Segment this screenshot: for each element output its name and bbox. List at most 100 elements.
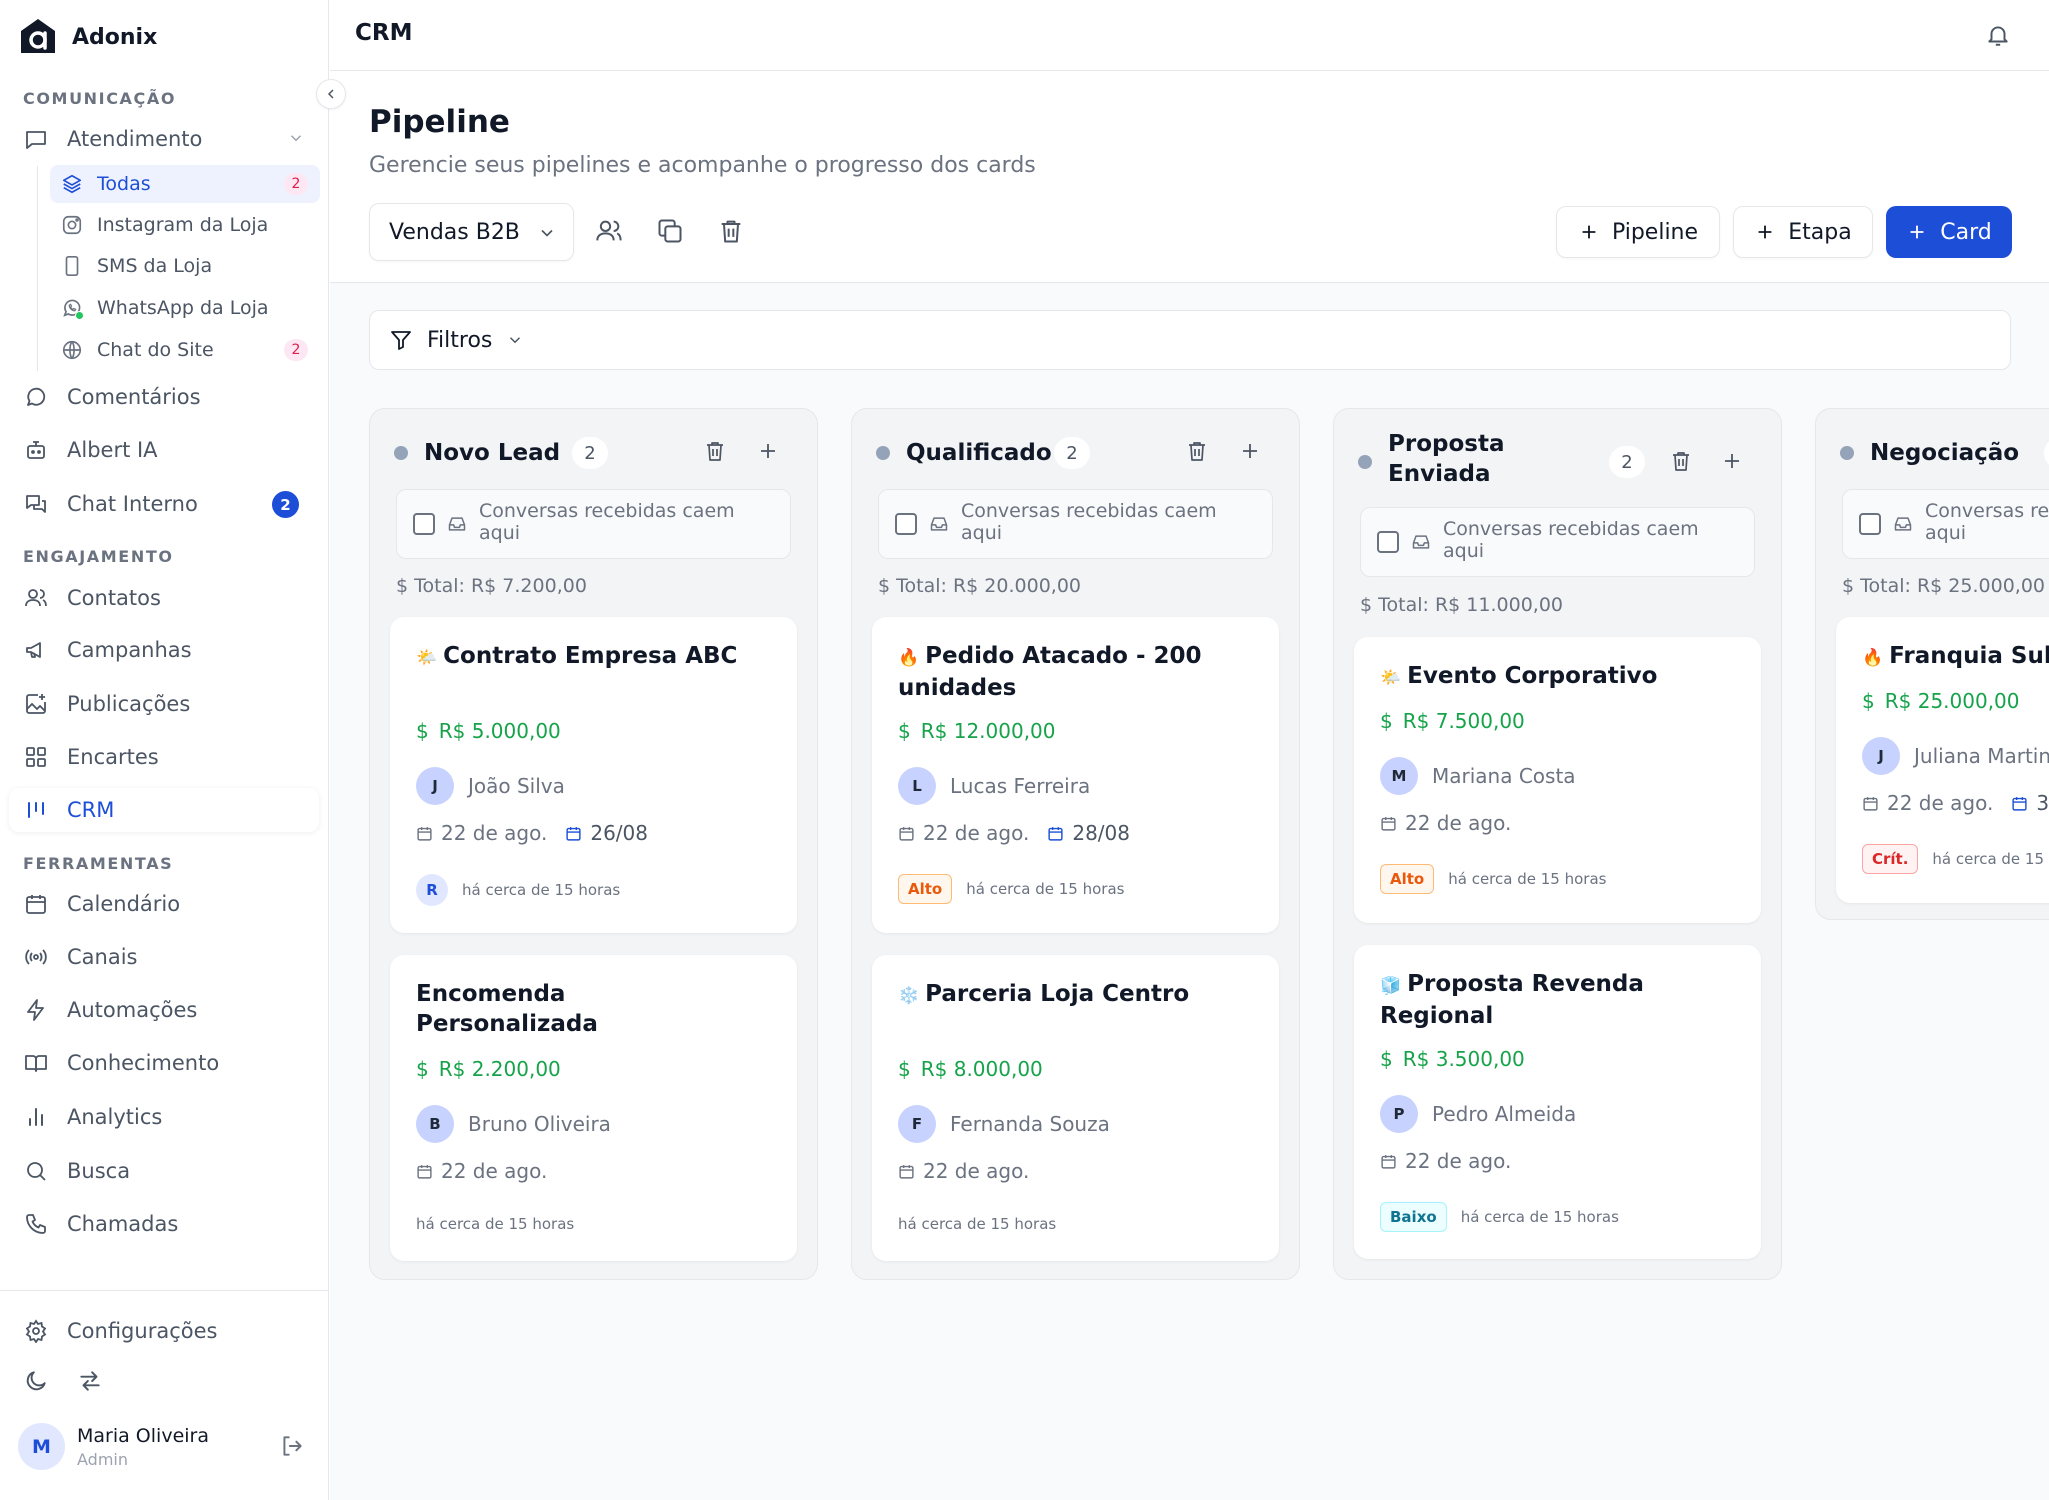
sidebar-item-configuracoes[interactable]: Configurações	[9, 1309, 319, 1353]
created-date-text: 22 de ago.	[441, 1159, 548, 1183]
trash-icon[interactable]	[703, 439, 727, 463]
users-icon[interactable]	[595, 217, 623, 245]
sidebar-item-albert-ia[interactable]: Albert IA	[9, 428, 319, 472]
pipeline-select[interactable]: Vendas B2B	[369, 203, 574, 261]
priority-badge: Baixo	[1380, 1202, 1447, 1232]
sidebar-subitem-instagram[interactable]: Instagram da Loja	[50, 206, 320, 244]
contact-name: Lucas Ferreira	[950, 774, 1091, 798]
deal-card[interactable]: 🔥 Franquia Sul $ R$ 25.000,00 J Juliana Mar…	[1836, 617, 2049, 903]
sidebar-item-comentarios[interactable]: Comentários	[9, 375, 319, 419]
deal-card[interactable]: Encomenda Personalizada $ R$ 2.200,00 B Br…	[390, 955, 797, 1261]
sidebar-item-calendario[interactable]: Calendário	[9, 882, 319, 926]
sidebar-subitem-todas[interactable]: Todas 2	[50, 165, 320, 203]
calendar-icon	[417, 826, 432, 841]
deal-card[interactable]: 🌤️ Evento Corporativo $ R$ 7.500,00 M Maria…	[1354, 637, 1761, 923]
card-dates: 22 de ago. 28/08	[898, 821, 1148, 845]
inbox-dropzone[interactable]: Conversas recebidas caem aqui	[878, 489, 1273, 559]
radio-icon	[23, 944, 49, 970]
count-badge: 2	[272, 491, 299, 518]
sidebar-item-canais[interactable]: Canais	[9, 935, 319, 979]
column-total: $ Total: R$ 11.000,00	[1360, 594, 1563, 616]
plus-icon[interactable]	[756, 439, 780, 463]
sidebar-item-automacoes[interactable]: Automações	[9, 988, 319, 1032]
sidebar-subitem-sms[interactable]: SMS da Loja	[50, 247, 320, 285]
sidebar-item-contatos[interactable]: Contatos	[9, 576, 319, 620]
add-etapa-button[interactable]: Etapa	[1733, 206, 1873, 258]
sidebar-item-encartes[interactable]: Encartes	[9, 735, 319, 779]
dollar-icon: $	[898, 719, 911, 743]
sidebar-subitem-chat-site[interactable]: Chat do Site 2	[50, 331, 320, 369]
sidebar-item-campanhas[interactable]: Campanhas	[9, 628, 319, 672]
sidebar-item-label: Automações	[67, 998, 198, 1022]
sidebar-collapse-button[interactable]	[316, 79, 346, 109]
inbox-dropzone[interactable]: Conversas recebidas caem aqui	[1360, 507, 1755, 577]
trash-icon[interactable]	[1669, 449, 1693, 473]
sidebar-subitem-label: SMS da Loja	[97, 255, 213, 277]
trash-icon[interactable]	[717, 217, 745, 245]
card-title-text: Encomenda Personalizada	[416, 981, 598, 1037]
dollar-icon: $	[416, 719, 429, 743]
card-contact: B Bruno Oliveira	[416, 1105, 611, 1143]
bell-icon[interactable]	[1985, 21, 2011, 49]
card-dates: 22 de ago.	[1380, 811, 1529, 835]
switch-arrows-icon[interactable]	[77, 1368, 103, 1394]
sidebar-item-chat-interno[interactable]: Chat Interno 2	[9, 482, 319, 526]
priority-badge: Alto	[1380, 864, 1435, 894]
card-dates: 22 de ago. 31/08	[1862, 791, 2049, 815]
created-date: 22 de ago.	[898, 1159, 1029, 1183]
card-value: $ R$ 2.200,00	[416, 1057, 561, 1081]
sidebar-item-publicacoes[interactable]: Publicações	[9, 682, 319, 726]
dropzone-checkbox[interactable]	[895, 513, 917, 535]
sidebar-subitem-label: Todas	[97, 173, 151, 195]
copy-icon[interactable]	[656, 217, 684, 245]
deal-card[interactable]: 🌤️ Contrato Empresa ABC $ R$ 5.000,00 J Joã…	[390, 617, 797, 933]
filters-bar[interactable]: Filtros	[369, 310, 2011, 370]
total-prefix: Total:	[1860, 575, 1917, 597]
column-status-dot	[1358, 455, 1372, 469]
dropzone-checkbox[interactable]	[413, 513, 435, 535]
created-date: 22 de ago.	[1380, 1149, 1511, 1173]
plus-icon[interactable]	[1238, 439, 1262, 463]
sidebar-subitem-label: WhatsApp da Loja	[97, 297, 269, 319]
divider	[0, 1290, 329, 1291]
add-card-button[interactable]: Card	[1886, 206, 2012, 258]
card-contact: L Lucas Ferreira	[898, 767, 1090, 805]
moon-theme-icon[interactable]	[23, 1368, 49, 1394]
card-footer: Rhá cerca de 15 horas	[416, 874, 620, 906]
sidebar: Adonix COMUNICAÇÃO Atendimento Todas 2 I…	[0, 0, 329, 1500]
kanban-column: Qualificado 2 Conversas recebidas caem a…	[851, 408, 1300, 1280]
sidebar-item-chamadas[interactable]: Chamadas	[9, 1202, 319, 1246]
deal-card[interactable]: 🔥 Pedido Atacado - 200 unidades $ R$ 12.00…	[872, 617, 1279, 933]
sidebar-item-atendimento[interactable]: Atendimento	[9, 117, 319, 161]
sidebar-item-crm[interactable]: CRM	[9, 788, 319, 832]
inbox-dropzone[interactable]: Conversas recebidas caem aqui	[396, 489, 791, 559]
sidebar-subitem-whatsapp[interactable]: WhatsApp da Loja	[50, 289, 320, 327]
dollar-icon: $	[1380, 1047, 1393, 1071]
search-icon	[23, 1158, 49, 1184]
column-total: $ Total: R$ 25.000,00	[1842, 575, 2045, 597]
sidebar-item-analytics[interactable]: Analytics	[9, 1095, 319, 1139]
card-value: $ R$ 8.000,00	[898, 1057, 1043, 1081]
brand[interactable]: Adonix	[18, 17, 157, 57]
add-pipeline-button[interactable]: Pipeline	[1556, 206, 1720, 258]
trash-icon[interactable]	[1185, 439, 1209, 463]
dropzone-checkbox[interactable]	[1377, 531, 1399, 553]
calendar-icon	[899, 1164, 914, 1179]
chevron-left-icon	[327, 89, 334, 99]
user-profile[interactable]: M Maria Oliveira Admin	[18, 1423, 209, 1470]
column-title: Qualificado	[906, 440, 1052, 466]
deal-card[interactable]: 🧊 Proposta Revenda Regional $ R$ 3.500,00 …	[1354, 945, 1761, 1259]
sidebar-item-conhecimento[interactable]: Conhecimento	[9, 1041, 319, 1085]
logout-icon[interactable]	[279, 1433, 305, 1459]
sidebar-item-busca[interactable]: Busca	[9, 1149, 319, 1193]
dropzone-checkbox[interactable]	[1859, 513, 1881, 535]
fire-emoji-icon: 🔥	[898, 648, 920, 668]
users-icon	[23, 585, 49, 611]
deal-card[interactable]: ❄️ Parceria Loja Centro $ R$ 8.000,00 F Fer…	[872, 955, 1279, 1261]
card-value-text: R$ 12.000,00	[920, 719, 1056, 743]
plus-icon[interactable]	[1720, 449, 1744, 473]
card-value: $ R$ 7.500,00	[1380, 709, 1525, 733]
avatar: L	[898, 767, 936, 805]
kanban-column: Novo Lead 2 Conversas recebidas caem aqu…	[369, 408, 818, 1280]
inbox-dropzone[interactable]: Conversas recebidas caem aqui	[1842, 489, 2049, 559]
